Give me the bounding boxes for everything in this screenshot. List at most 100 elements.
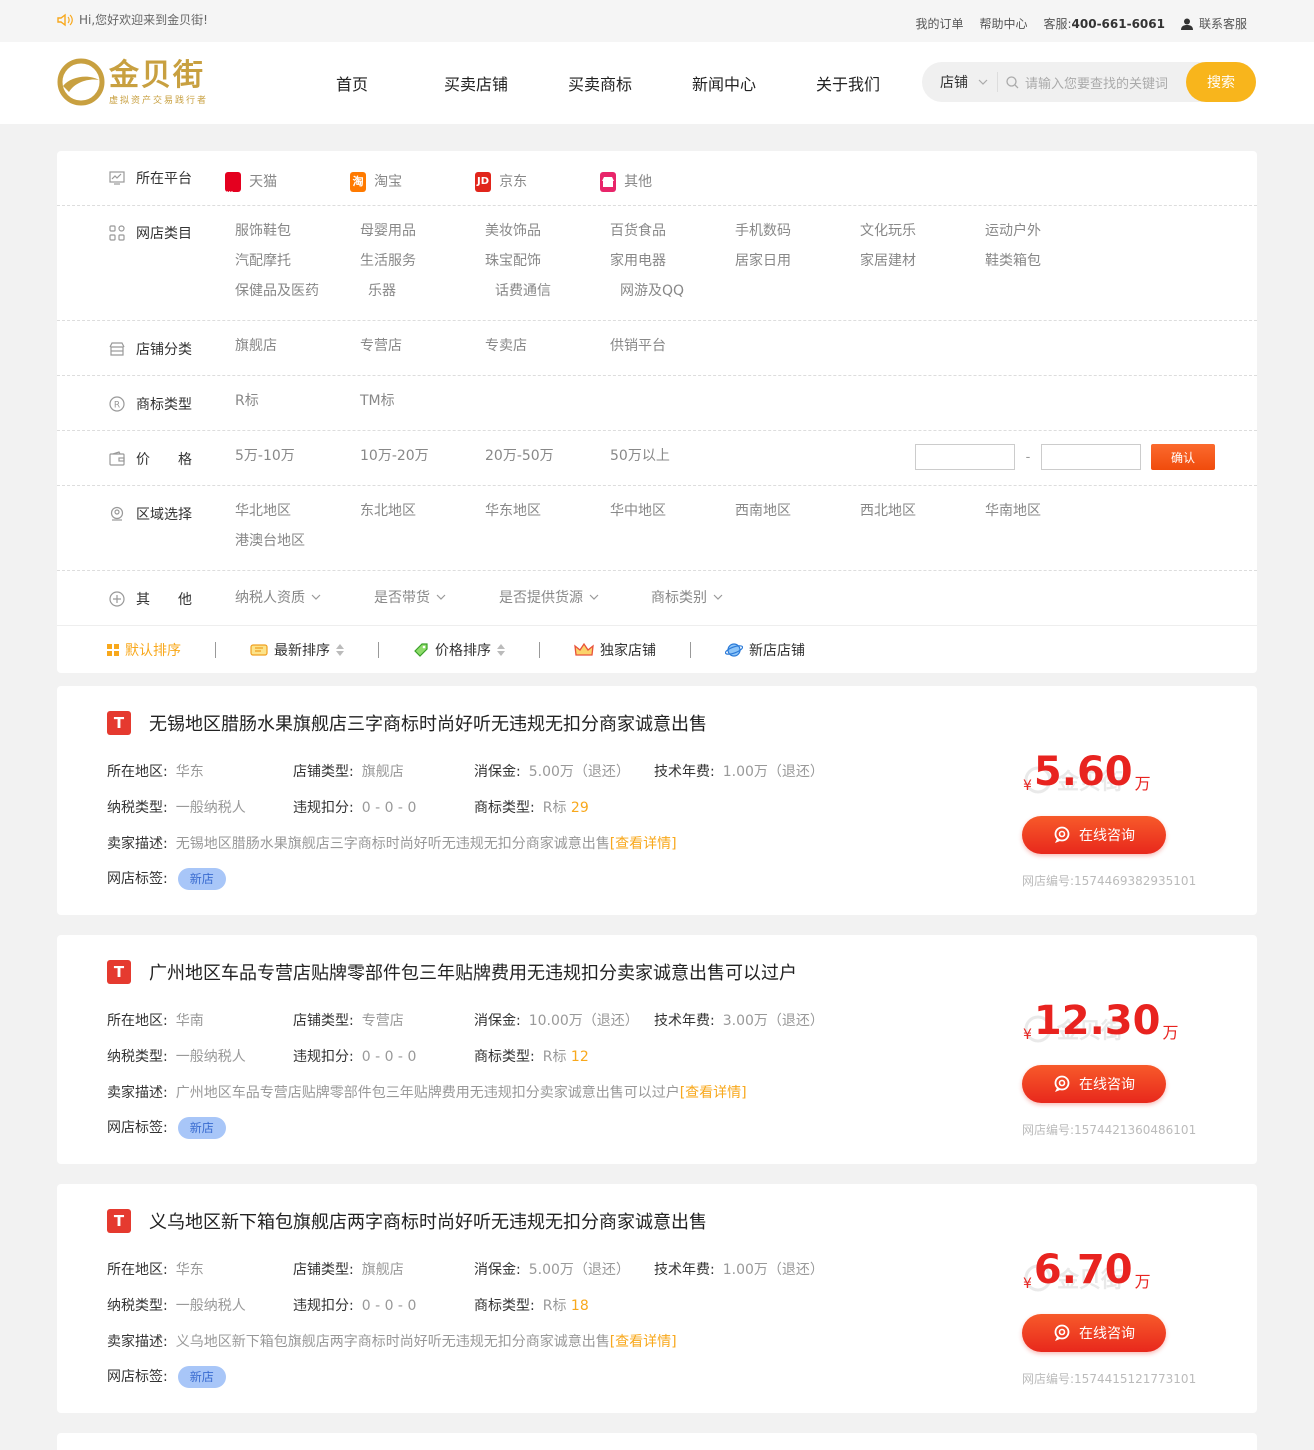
filter-panel: 所在平台 天猫 天猫 淘淘宝 JD 京东 其他 网店类目 服饰鞋包 母婴用品 美妆饰… [57,151,1257,673]
nav-news[interactable]: 新闻中心 [662,71,786,95]
view-detail-link[interactable]: [查看详情] [610,1334,677,1350]
trademark-class: 12 [570,1049,589,1065]
divider [215,641,216,658]
view-detail-link[interactable]: [查看详情] [610,836,677,852]
price-option[interactable]: 10万-20万 [360,441,485,471]
shop-type-option[interactable]: 旗舰店 [235,331,360,361]
field-tax: 纳税类型: 一般纳税人 [107,797,246,817]
nav-home[interactable]: 首页 [290,71,414,95]
nav-buy-sell-shop[interactable]: 买卖店铺 [414,71,538,95]
category-option[interactable]: 家用电器 [610,246,735,276]
field-value: 专营店 [361,1013,404,1029]
chevron-down-icon [436,594,446,600]
field-value: R标 [542,1049,567,1065]
sort-default[interactable]: 默认排序 [107,640,181,660]
dropdown-trademark-class[interactable]: 商标类别 [651,587,776,607]
category-option[interactable]: 乐器 [360,276,485,306]
consult-label: 在线咨询 [1079,1077,1135,1093]
price-confirm-button[interactable]: 确认 [1151,444,1215,470]
listing-title[interactable]: T 广州地区车品专营店贴牌零部件包三年贴牌费用无违规扣分卖家诚意出售可以过户 [107,959,797,985]
currency-symbol: ¥ [1023,1027,1032,1043]
search-button[interactable]: 搜索 [1186,62,1256,102]
sort-price[interactable]: 价格排序 [413,640,505,660]
category-option[interactable]: 百货食品 [610,216,735,246]
category-option[interactable]: 运动户外 [985,216,1110,246]
region-option[interactable]: 西北地区 [860,496,985,526]
shop-type-option[interactable]: 专卖店 [485,331,610,361]
region-option[interactable]: 华中地区 [610,496,735,526]
platform-jd[interactable]: JD 京东 [475,167,600,197]
consult-button[interactable]: 在线咨询 [1022,1065,1166,1103]
dropdown-supply[interactable]: 是否提供货源 [499,587,651,607]
category-option[interactable]: 网游及QQ [610,276,735,306]
dropdown-with-goods[interactable]: 是否带货 [374,587,499,607]
price-max-input[interactable] [1041,444,1141,470]
trademark-options: R标 TM标 [235,386,1135,416]
consult-button[interactable]: 在线咨询 [1022,1314,1166,1352]
help-center-link[interactable]: 帮助中心 [979,15,1027,32]
sort-newest[interactable]: 最新排序 [250,640,344,660]
listing-card[interactable]: T 义乌地区新下箱包旗舰店两字商标时尚好听无违规无扣分商家诚意出售 所在地区: 华… [57,1184,1257,1413]
shop-code-label: 网店编号: [1022,874,1075,888]
category-option[interactable]: 话费通信 [485,276,610,306]
listing-card[interactable]: T 广州地区车品专营店贴牌零部件包三年贴牌费用无违规扣分卖家诚意出售可以过户 所… [57,935,1257,1164]
search-category-select[interactable]: 店铺 [922,72,998,92]
listing-card[interactable]: T 无锡地区腊肠水果旗舰店三字商标时尚好听无违规无扣分商家诚意出售 所在地区: 华… [57,686,1257,915]
price-option[interactable]: 20万-50万 [485,441,610,471]
category-option[interactable]: 母婴用品 [360,216,485,246]
sort-arrows-icon [336,643,344,656]
field-tax: 纳税类型: 一般纳税人 [107,1046,246,1066]
region-option[interactable]: 华南地区 [985,496,1110,526]
view-detail-link[interactable]: [查看详情] [680,1085,747,1101]
dropdown-taxpayer[interactable]: 纳税人资质 [235,587,374,607]
listing-title[interactable]: T 无锡地区腊肠水果旗舰店三字商标时尚好听无违规无扣分商家诚意出售 [107,710,707,736]
platform-other[interactable]: 其他 [600,167,725,197]
category-option[interactable]: 文化玩乐 [860,216,985,246]
sort-bar: 默认排序 最新排序 价格排序 独家店铺 新店店铺 [57,626,1257,673]
contact-service-link[interactable]: 联系客服 [1180,15,1247,32]
shop-type-option[interactable]: 供销平台 [610,331,735,361]
sort-label: 默认排序 [125,642,181,659]
currency-symbol: ¥ [1023,1276,1032,1292]
listing-card[interactable] [57,1433,1257,1450]
sort-new-shop[interactable]: 新店店铺 [725,640,805,660]
field-value: R标 [542,800,567,816]
region-option[interactable]: 华东地区 [485,496,610,526]
platform-tmall[interactable]: 天猫 天猫 [225,162,350,202]
category-option[interactable]: 美妆饰品 [485,216,610,246]
category-option[interactable]: 汽配摩托 [235,246,360,276]
category-option[interactable]: 生活服务 [360,246,485,276]
category-option[interactable]: 鞋类箱包 [985,246,1110,276]
price-min-input[interactable] [915,444,1015,470]
price-option[interactable]: 5万-10万 [235,441,360,471]
region-option[interactable]: 东北地区 [360,496,485,526]
filter-label-text: 其 他 [136,592,192,608]
region-option[interactable]: 港澳台地区 [235,526,360,556]
region-option[interactable]: 华北地区 [235,496,360,526]
category-options: 服饰鞋包 母婴用品 美妆饰品 百货食品 手机数码 文化玩乐 运动户外 汽配摩托 … [235,216,1135,306]
filter-label-price: 价 格 [108,449,192,469]
trademark-option[interactable]: TM标 [360,386,485,416]
logo-mark-icon [57,58,105,106]
listing-title[interactable]: T 义乌地区新下箱包旗舰店两字商标时尚好听无违规无扣分商家诚意出售 [107,1208,707,1234]
consult-button[interactable]: 在线咨询 [1022,816,1166,854]
category-option[interactable]: 居家日用 [735,246,860,276]
trademark-option[interactable]: R标 [235,386,360,416]
category-option[interactable]: 家居建材 [860,246,985,276]
region-option[interactable]: 西南地区 [735,496,860,526]
platform-taobao[interactable]: 淘淘宝 [350,167,475,197]
search-input[interactable]: 请输入您要查找的关键词 [998,73,1186,92]
category-option[interactable]: 保健品及医药 [235,276,360,306]
shop-type-option[interactable]: 专营店 [360,331,485,361]
nav-about[interactable]: 关于我们 [786,71,910,95]
category-option[interactable]: 服饰鞋包 [235,216,360,246]
sort-exclusive[interactable]: 独家店铺 [574,640,656,660]
header: 金贝街 虚拟资产交易践行者 首页 买卖店铺 买卖商标 新闻中心 关于我们 店铺 … [0,42,1314,124]
price-option[interactable]: 50万以上 [610,441,735,471]
nav-buy-sell-trademark[interactable]: 买卖商标 [538,71,662,95]
my-orders-link[interactable]: 我的订单 [915,15,963,32]
category-option[interactable]: 手机数码 [735,216,860,246]
field-label: 技术年费: [654,1262,715,1278]
logo[interactable]: 金贝街 虚拟资产交易践行者 [57,56,237,108]
category-option[interactable]: 珠宝配饰 [485,246,610,276]
